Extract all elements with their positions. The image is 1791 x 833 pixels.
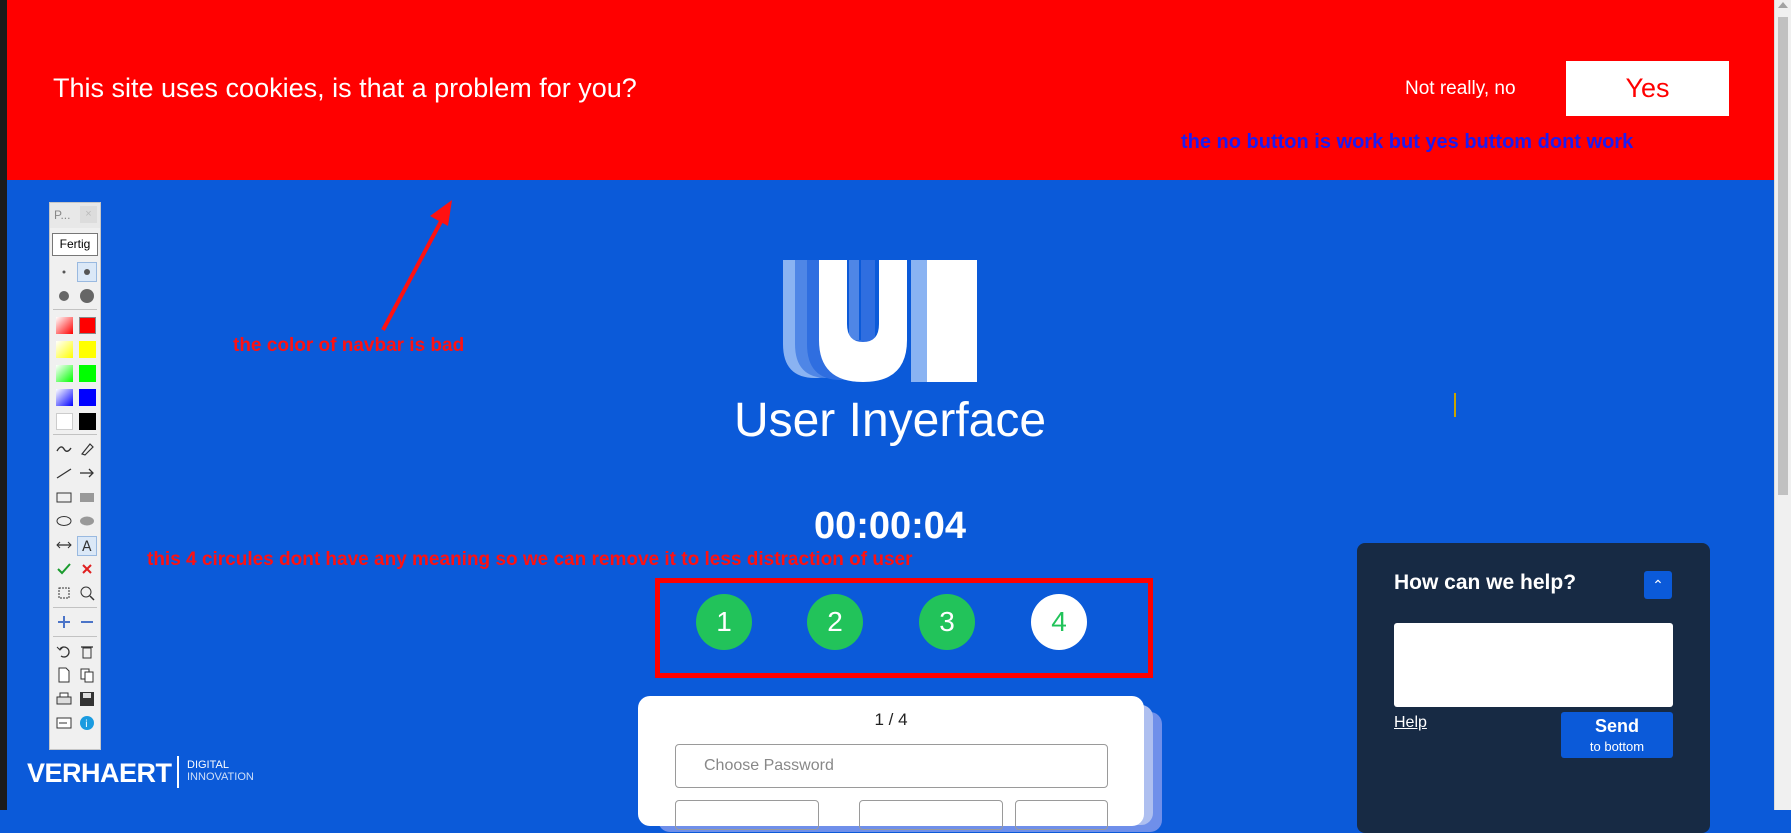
minus-icon[interactable] xyxy=(77,613,97,633)
eraser-icon[interactable] xyxy=(77,440,97,460)
toolbar-title-text: P... xyxy=(54,208,71,222)
pen-size-medium-icon[interactable] xyxy=(77,262,97,282)
new-page-icon[interactable] xyxy=(54,666,74,686)
info-icon[interactable]: i xyxy=(77,714,97,734)
arrow-right-icon[interactable] xyxy=(77,464,97,484)
screenshot-icon[interactable] xyxy=(54,714,74,734)
line-icon[interactable] xyxy=(54,464,74,484)
zoom-icon[interactable] xyxy=(77,584,97,604)
svg-text:A: A xyxy=(82,539,92,555)
help-panel: How can we help? ⌃ Help Send to bottom xyxy=(1357,543,1710,833)
send-sublabel: to bottom xyxy=(1589,739,1645,754)
ellipse-icon[interactable] xyxy=(54,512,74,532)
brand-subtitle: DIGITAL INNOVATION xyxy=(187,759,254,783)
brand-sub-innovation: INNOVATION xyxy=(187,771,254,783)
color-red-swatch[interactable] xyxy=(77,315,97,335)
done-button[interactable]: Fertig xyxy=(52,233,98,256)
annotation-toolbar: P... × Fertig A i xyxy=(49,202,101,750)
color-yellow-swatch[interactable] xyxy=(77,339,97,359)
help-textarea[interactable] xyxy=(1394,623,1673,707)
send-button[interactable]: Send to bottom xyxy=(1561,712,1673,758)
color-blue-light-swatch[interactable] xyxy=(54,387,74,407)
cookie-accept-button[interactable]: Yes xyxy=(1566,61,1729,116)
step-circle-3: 3 xyxy=(919,594,975,650)
copy-icon[interactable] xyxy=(77,666,97,686)
brand-divider xyxy=(177,756,179,788)
vertical-scrollbar[interactable] xyxy=(1774,0,1791,810)
email-field[interactable] xyxy=(675,800,819,830)
scroll-thumb[interactable] xyxy=(1778,17,1788,495)
filled-rectangle-icon[interactable] xyxy=(77,488,97,508)
text-tool-icon[interactable]: A xyxy=(77,536,97,556)
filled-ellipse-icon[interactable] xyxy=(77,512,97,532)
cookie-message: This site uses cookies, is that a proble… xyxy=(53,73,637,103)
app-name: User Inyerface xyxy=(733,394,1047,447)
cookie-decline-button[interactable]: Not really, no xyxy=(1405,78,1516,100)
ui-logo xyxy=(783,260,977,382)
help-title: How can we help? xyxy=(1394,571,1577,594)
rectangle-icon[interactable] xyxy=(54,488,74,508)
color-green-swatch[interactable] xyxy=(77,363,97,383)
color-white-swatch[interactable] xyxy=(54,411,74,431)
pen-size-small-icon[interactable] xyxy=(54,262,74,282)
color-yellow-light-swatch[interactable] xyxy=(54,339,74,359)
check-icon[interactable] xyxy=(54,560,74,580)
pen-size-large-icon[interactable] xyxy=(54,286,74,306)
card-pager: 1 / 4 xyxy=(874,710,908,729)
color-blue-swatch[interactable] xyxy=(77,387,97,407)
step-circle-1: 1 xyxy=(696,594,752,650)
step-circle-2: 2 xyxy=(807,594,863,650)
annotation-navbar: the color of navbar is bad xyxy=(233,335,465,356)
scroll-up-icon[interactable] xyxy=(1778,2,1788,8)
chevron-up-icon[interactable]: ⌃ xyxy=(1644,571,1672,599)
annotation-circles: this 4 circules dont have any meaning so… xyxy=(147,549,913,570)
swatch-red xyxy=(78,317,96,334)
undo-icon[interactable] xyxy=(54,642,74,662)
annotation-buttons: the no button is work but yes buttom don… xyxy=(1181,131,1634,153)
cross-icon[interactable] xyxy=(77,560,97,580)
password-input[interactable]: Choose Password xyxy=(675,744,1108,788)
svg-text:i: i xyxy=(85,719,88,730)
brand-sub-digital: DIGITAL xyxy=(187,759,229,771)
help-link[interactable]: Help xyxy=(1394,714,1427,732)
domain-field[interactable] xyxy=(859,800,1003,830)
color-green-light-swatch[interactable] xyxy=(54,363,74,383)
close-icon[interactable]: × xyxy=(80,206,97,223)
timer: 00:00:04 xyxy=(813,505,967,547)
crop-icon[interactable] xyxy=(54,584,74,604)
pen-size-xlarge-icon[interactable] xyxy=(77,286,97,306)
trash-icon[interactable] xyxy=(77,642,97,662)
window-edge xyxy=(0,0,7,810)
save-icon[interactable] xyxy=(77,690,97,710)
login-card: 1 / 4 Choose Password xyxy=(638,696,1144,830)
text-cursor xyxy=(1454,393,1456,417)
color-red-light-swatch[interactable] xyxy=(54,315,74,335)
step-circle-4: 4 xyxy=(1031,594,1087,650)
verhaert-logo: VERHAERT xyxy=(27,758,172,788)
color-black-swatch[interactable] xyxy=(77,411,97,431)
toolbar-title: P... × xyxy=(50,203,100,228)
plus-icon[interactable] xyxy=(54,613,74,633)
send-label: Send xyxy=(1594,716,1639,736)
print-icon[interactable] xyxy=(54,690,74,710)
double-arrow-icon[interactable] xyxy=(54,536,74,556)
tld-dropdown[interactable] xyxy=(1015,800,1108,830)
freehand-icon[interactable] xyxy=(54,440,74,460)
